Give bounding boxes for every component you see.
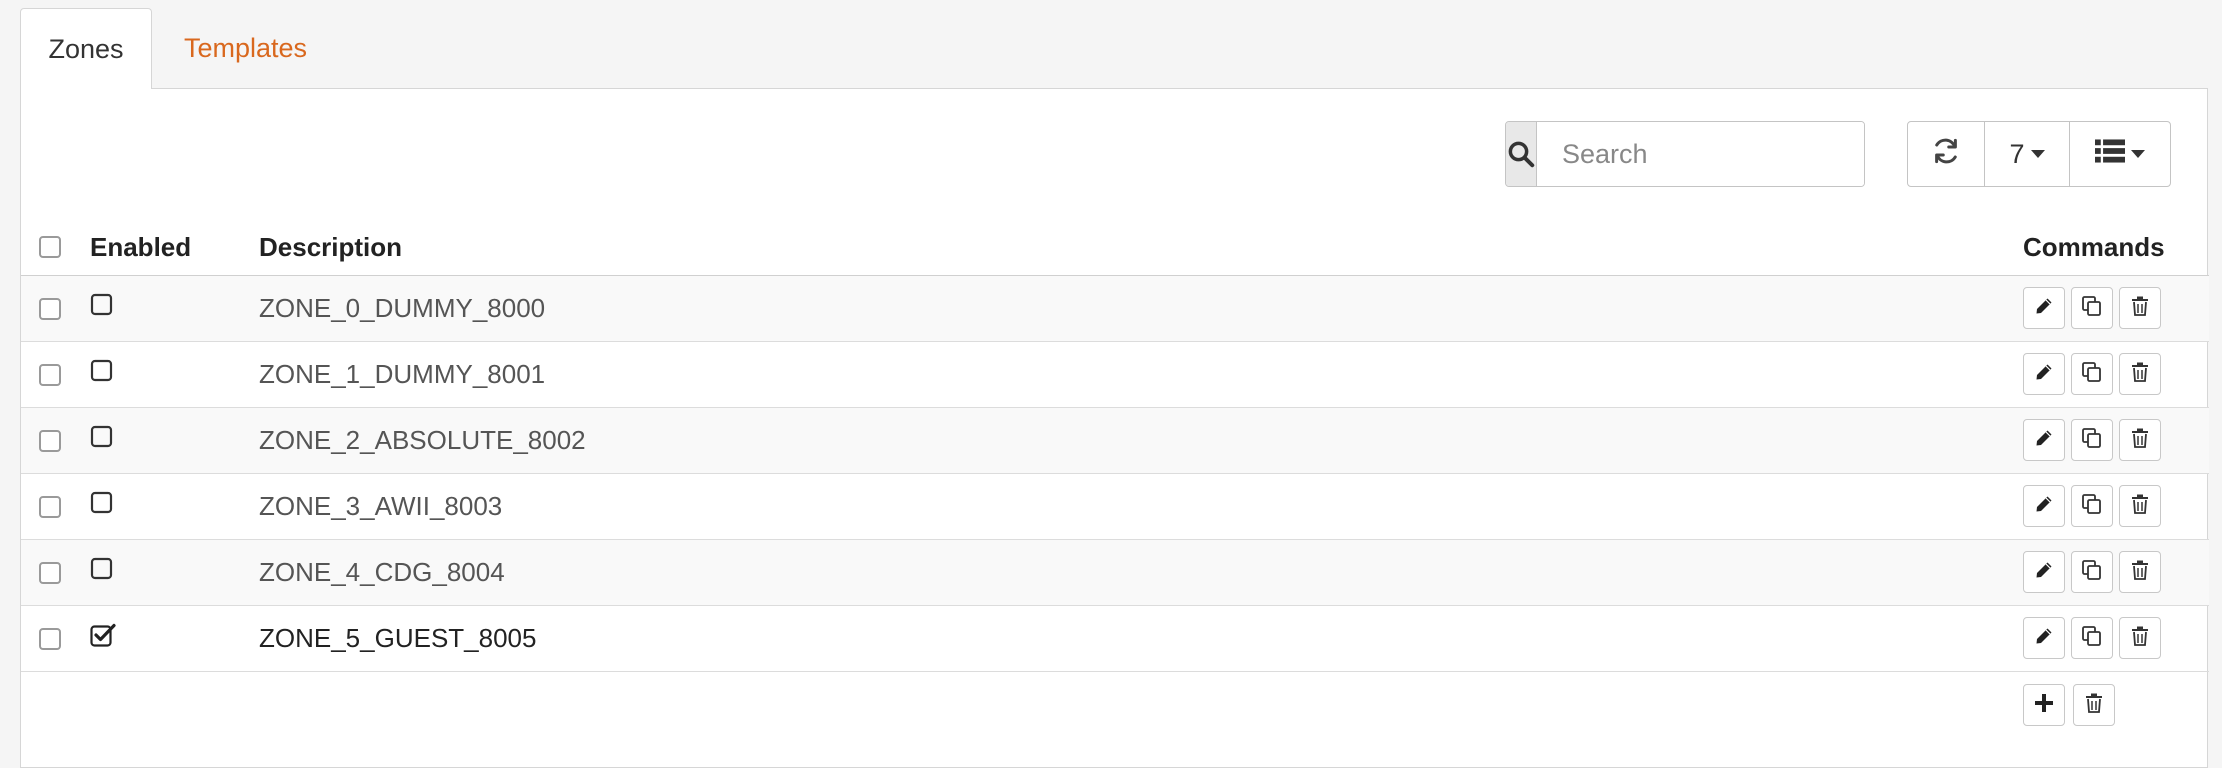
- copy-icon: [2081, 295, 2103, 322]
- table-row[interactable]: ZONE_5_GUEST_8005: [21, 606, 2209, 672]
- zones-table: Enabled Description Commands ZONE_0_DUMM…: [21, 219, 2209, 738]
- pencil-icon: [2034, 362, 2054, 387]
- enabled-unchecked-icon[interactable]: [90, 556, 116, 587]
- delete-button[interactable]: [2119, 551, 2161, 593]
- trash-icon: [2131, 494, 2149, 519]
- enabled-checked-icon[interactable]: [90, 622, 116, 653]
- trash-icon: [2131, 362, 2149, 387]
- refresh-icon: [1931, 136, 1961, 173]
- table-row[interactable]: ZONE_4_CDG_8004: [21, 540, 2209, 606]
- enabled-unchecked-icon[interactable]: [90, 490, 116, 521]
- tab-bar: Zones Templates: [20, 8, 2208, 89]
- delete-button[interactable]: [2119, 419, 2161, 461]
- zone-description: ZONE_3_AWII_8003: [259, 491, 503, 521]
- row-commands: [2023, 287, 2161, 329]
- delete-button[interactable]: [2119, 617, 2161, 659]
- row-select-checkbox[interactable]: [39, 364, 61, 386]
- edit-button[interactable]: [2023, 353, 2065, 395]
- delete-selected-button[interactable]: [2073, 684, 2115, 726]
- delete-button[interactable]: [2119, 287, 2161, 329]
- pencil-icon: [2034, 626, 2054, 651]
- copy-icon: [2081, 559, 2103, 586]
- table-header: Enabled Description Commands: [21, 219, 2209, 276]
- table-actions-group: 7: [1907, 121, 2171, 187]
- table-row[interactable]: ZONE_0_DUMMY_8000: [21, 276, 2209, 342]
- pencil-icon: [2034, 560, 2054, 585]
- row-select-checkbox[interactable]: [39, 562, 61, 584]
- row-commands: [2023, 485, 2161, 527]
- row-commands: [2023, 353, 2161, 395]
- clone-button[interactable]: [2071, 419, 2113, 461]
- column-description[interactable]: Description: [259, 219, 402, 276]
- table-row[interactable]: ZONE_1_DUMMY_8001: [21, 342, 2209, 408]
- row-select-checkbox[interactable]: [39, 496, 61, 518]
- trash-icon: [2131, 560, 2149, 585]
- search-input[interactable]: [1537, 122, 1864, 186]
- row-commands: [2023, 551, 2161, 593]
- trash-icon: [2131, 626, 2149, 651]
- pencil-icon: [2034, 494, 2054, 519]
- clone-button[interactable]: [2071, 485, 2113, 527]
- table-body: ZONE_0_DUMMY_8000 ZONE_1_DUMMY_8001 ZONE_2…: [21, 276, 2209, 672]
- clone-button[interactable]: [2071, 617, 2113, 659]
- search-icon[interactable]: [1506, 122, 1537, 186]
- edit-button[interactable]: [2023, 419, 2065, 461]
- row-select-checkbox[interactable]: [39, 628, 61, 650]
- trash-icon: [2131, 296, 2149, 321]
- chevron-down-icon: [2131, 150, 2145, 158]
- refresh-button[interactable]: [1908, 122, 1985, 186]
- delete-button[interactable]: [2119, 353, 2161, 395]
- table-row[interactable]: ZONE_3_AWII_8003: [21, 474, 2209, 540]
- clone-button[interactable]: [2071, 287, 2113, 329]
- zone-description: ZONE_1_DUMMY_8001: [259, 359, 546, 389]
- row-commands: [2023, 617, 2161, 659]
- zone-description: ZONE_4_CDG_8004: [259, 557, 505, 587]
- table-footer: [21, 672, 2209, 738]
- column-enabled[interactable]: Enabled: [90, 219, 191, 276]
- enabled-unchecked-icon[interactable]: [90, 358, 116, 389]
- columns-dropdown[interactable]: [2070, 122, 2170, 186]
- zones-panel: 7 Enabled Description Commands: [20, 88, 2209, 768]
- zone-description: ZONE_2_ABSOLUTE_8002: [259, 425, 586, 455]
- delete-button[interactable]: [2119, 485, 2161, 527]
- row-select-checkbox[interactable]: [39, 430, 61, 452]
- page-size-dropdown[interactable]: 7: [1985, 122, 2070, 186]
- edit-button[interactable]: [2023, 551, 2065, 593]
- enabled-unchecked-icon[interactable]: [90, 424, 116, 455]
- clone-button[interactable]: [2071, 353, 2113, 395]
- footer-commands: [2023, 684, 2123, 726]
- zone-description: ZONE_5_GUEST_8005: [259, 623, 537, 653]
- search-group: [1505, 121, 1865, 187]
- row-commands: [2023, 419, 2161, 461]
- page-size-value: 7: [2009, 138, 2025, 169]
- pencil-icon: [2034, 428, 2054, 453]
- trash-icon: [2085, 693, 2103, 718]
- copy-icon: [2081, 625, 2103, 652]
- zone-description: ZONE_0_DUMMY_8000: [259, 293, 546, 323]
- row-select-checkbox[interactable]: [39, 298, 61, 320]
- enabled-unchecked-icon[interactable]: [90, 292, 116, 323]
- edit-button[interactable]: [2023, 617, 2065, 659]
- copy-icon: [2081, 361, 2103, 388]
- edit-button[interactable]: [2023, 485, 2065, 527]
- list-icon: [2095, 138, 2125, 171]
- copy-icon: [2081, 427, 2103, 454]
- chevron-down-icon: [2030, 150, 2045, 158]
- column-commands: Commands: [2023, 232, 2165, 262]
- trash-icon: [2131, 428, 2149, 453]
- select-all-checkbox[interactable]: [39, 236, 61, 258]
- plus-icon: [2034, 693, 2054, 718]
- copy-icon: [2081, 493, 2103, 520]
- pencil-icon: [2034, 296, 2054, 321]
- add-button[interactable]: [2023, 684, 2065, 726]
- clone-button[interactable]: [2071, 551, 2113, 593]
- table-row[interactable]: ZONE_2_ABSOLUTE_8002: [21, 408, 2209, 474]
- edit-button[interactable]: [2023, 287, 2065, 329]
- tab-templates[interactable]: Templates: [154, 8, 337, 89]
- tab-zones[interactable]: Zones: [20, 8, 152, 89]
